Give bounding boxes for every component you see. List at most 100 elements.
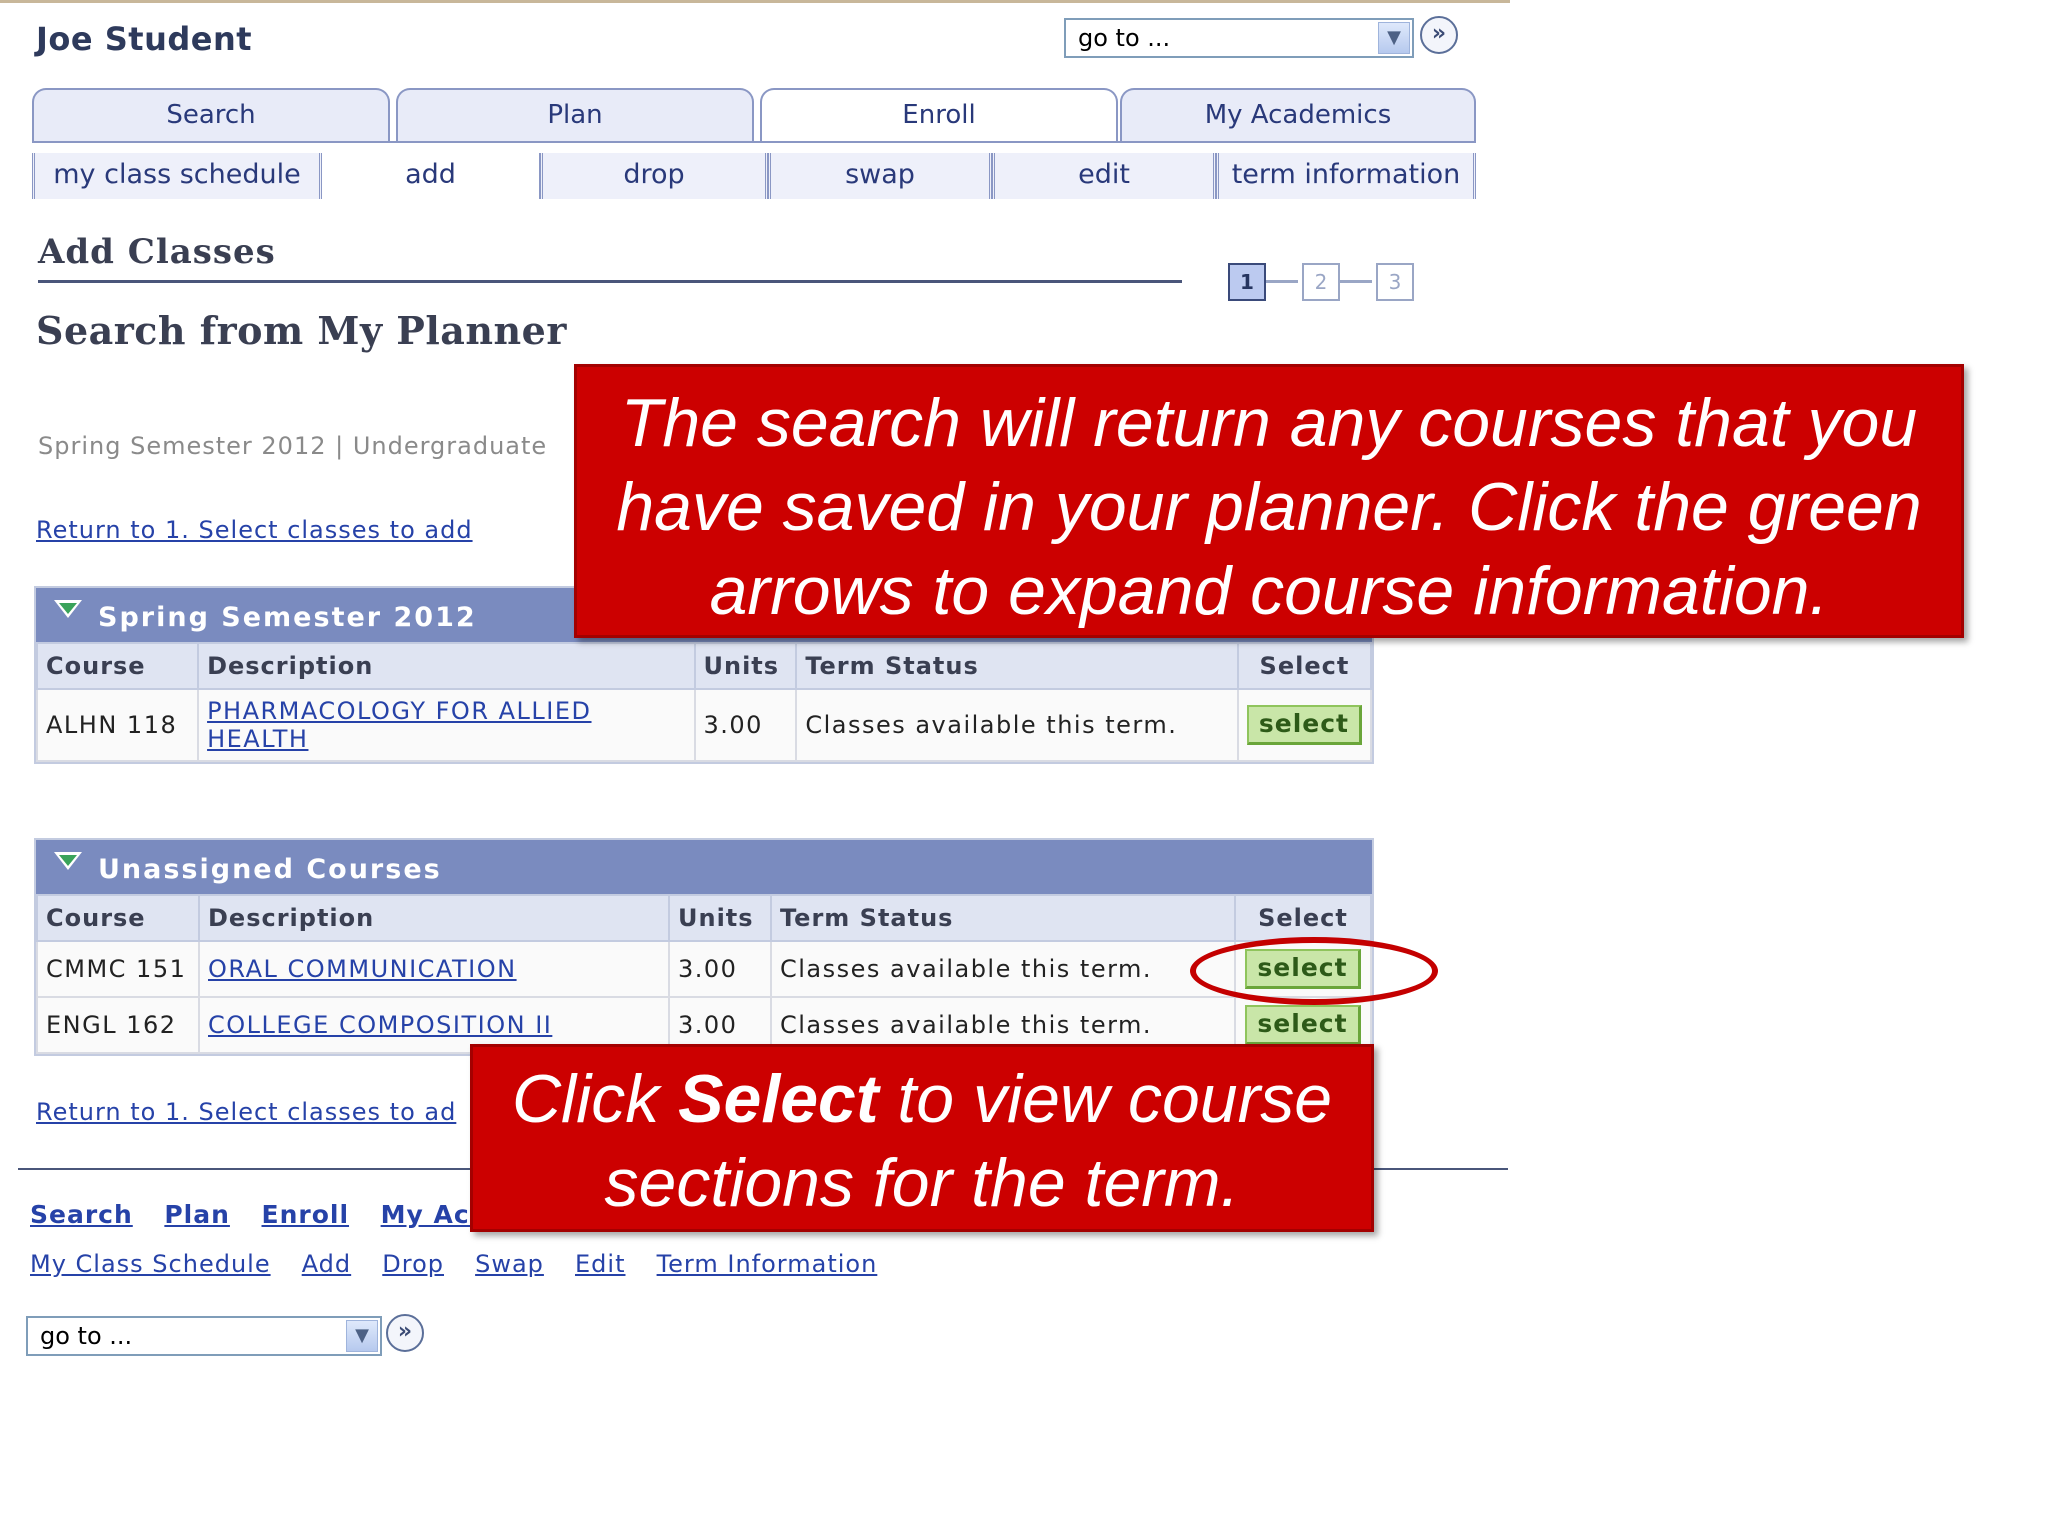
tab-enroll[interactable]: Enroll: [760, 88, 1118, 142]
grid-unassigned-courses: Unassigned Courses Course Description Un…: [34, 838, 1374, 1056]
return-link-bottom[interactable]: Return to 1. Select classes to ad: [36, 1098, 456, 1126]
subtab-add[interactable]: add: [322, 153, 542, 199]
grid-title: Unassigned Courses: [98, 854, 442, 885]
step-2: 2: [1302, 263, 1340, 301]
goto-select-bottom[interactable]: go to ... ▼: [26, 1316, 382, 1356]
term-career-label: Spring Semester 2012 | Undergraduate: [38, 432, 548, 460]
course-code: ALHN 118: [35, 688, 200, 762]
callout-planner-info: The search will return any courses that …: [574, 364, 1964, 638]
course-table: Course Description Units Term Status Sel…: [36, 894, 1372, 1054]
subtab-label: my class schedule: [53, 159, 301, 190]
go-button-bottom[interactable]: »: [386, 1314, 424, 1352]
footer-link-edit[interactable]: Edit: [575, 1250, 625, 1278]
col-header-units: Units: [668, 894, 772, 942]
footer-link-plan[interactable]: Plan: [164, 1200, 230, 1229]
col-header-select: Select: [1236, 642, 1373, 690]
title-rule: [38, 280, 1182, 283]
table-row: CMMC 151 ORAL COMMUNICATION 3.00 Classes…: [36, 940, 1372, 998]
course-description-link[interactable]: COLLEGE COMPOSITION II: [208, 1011, 552, 1039]
footer-link-swap[interactable]: Swap: [475, 1250, 544, 1278]
callout-text-pre: Click: [511, 1061, 679, 1137]
col-header-units: Units: [693, 642, 798, 690]
col-header-course: Course: [35, 642, 200, 690]
tab-baseline: [32, 141, 1476, 143]
step-3: 3: [1376, 263, 1414, 301]
callout-text-bold: Select: [678, 1061, 879, 1137]
tab-label: Plan: [547, 100, 603, 130]
select-cell: select: [1236, 688, 1373, 762]
col-header-course: Course: [36, 894, 200, 942]
select-button[interactable]: select: [1245, 1005, 1361, 1045]
subtab-my-class-schedule[interactable]: my class schedule: [32, 153, 322, 199]
step-connector: [1266, 280, 1298, 283]
return-link-top[interactable]: Return to 1. Select classes to add: [36, 516, 473, 544]
callout-select-info: Click Select to view course sections for…: [470, 1044, 1374, 1232]
footer-link-drop[interactable]: Drop: [382, 1250, 444, 1278]
course-units: 3.00: [668, 940, 772, 998]
go-button[interactable]: »: [1420, 16, 1458, 54]
col-header-description: Description: [197, 642, 696, 690]
subtab-swap[interactable]: swap: [768, 153, 992, 199]
goto-select[interactable]: go to ... ▼: [1064, 18, 1414, 58]
col-header-term-status: Term Status: [770, 894, 1236, 942]
step-1: 1: [1228, 263, 1266, 301]
course-code: ENGL 162: [36, 996, 200, 1054]
goto-select-label: go to ...: [40, 1322, 133, 1350]
course-description-cell: ORAL COMMUNICATION: [198, 940, 670, 998]
tab-label: My Academics: [1204, 100, 1392, 130]
subtab-term-information[interactable]: term information: [1216, 153, 1476, 199]
tab-search[interactable]: Search: [32, 88, 390, 142]
step-label: 3: [1388, 270, 1402, 294]
return-link-label: Return to 1. Select classes to ad: [36, 1098, 457, 1126]
footer-link-add[interactable]: Add: [302, 1250, 351, 1278]
table-row: ALHN 118 PHARMACOLOGY FOR ALLIED HEALTH …: [35, 688, 1373, 762]
course-term-status: Classes available this term.: [795, 688, 1239, 762]
grid-title: Spring Semester 2012: [98, 602, 477, 633]
highlight-oval: [1190, 937, 1438, 1005]
select-button[interactable]: select: [1246, 705, 1362, 745]
footer-link-search[interactable]: Search: [30, 1200, 133, 1229]
grid-header: Unassigned Courses: [36, 840, 1372, 894]
subtab-label: swap: [845, 159, 915, 190]
tab-label: Search: [166, 100, 256, 130]
course-description-link[interactable]: PHARMACOLOGY FOR ALLIED HEALTH: [207, 697, 591, 753]
subtab-label: edit: [1078, 159, 1130, 190]
col-header-select: Select: [1234, 894, 1372, 942]
double-chevron-right-icon: »: [1431, 21, 1447, 46]
expand-arrow-icon[interactable]: [54, 852, 82, 870]
course-code: CMMC 151: [36, 940, 200, 998]
expand-arrow-icon[interactable]: [54, 600, 82, 618]
student-name: Joe Student: [36, 20, 253, 58]
course-description-cell: PHARMACOLOGY FOR ALLIED HEALTH: [197, 688, 696, 762]
col-header-description: Description: [198, 894, 670, 942]
page-title: Add Classes: [38, 232, 276, 272]
footer-link-my-class-schedule[interactable]: My Class Schedule: [30, 1250, 271, 1278]
course-term-status: Classes available this term.: [770, 940, 1236, 998]
subtab-drop[interactable]: drop: [540, 153, 768, 199]
return-link-label: Return to 1. Select classes to add: [36, 516, 473, 544]
goto-select-label: go to ...: [1078, 24, 1171, 52]
double-chevron-right-icon: »: [397, 1319, 413, 1344]
step-connector: [1340, 280, 1372, 283]
subtab-label: add: [405, 159, 456, 190]
footer-link-enroll[interactable]: Enroll: [262, 1200, 350, 1229]
subtab-label: drop: [623, 159, 685, 190]
chevron-down-icon[interactable]: ▼: [1378, 22, 1410, 54]
footer-link-term-information[interactable]: Term Information: [657, 1250, 878, 1278]
subtab-edit[interactable]: edit: [992, 153, 1216, 199]
course-units: 3.00: [693, 688, 798, 762]
chevron-down-icon[interactable]: ▼: [346, 1320, 378, 1352]
page-subtitle: Search from My Planner: [36, 308, 567, 353]
tab-my-academics[interactable]: My Academics: [1120, 88, 1476, 142]
step-label: 2: [1314, 270, 1328, 294]
callout-text: The search will return any courses that …: [616, 385, 1922, 629]
footer-nav-secondary: My Class Schedule Add Drop Swap Edit Ter…: [30, 1250, 903, 1278]
step-label: 1: [1240, 270, 1254, 294]
col-header-term-status: Term Status: [795, 642, 1239, 690]
tab-label: Enroll: [902, 100, 976, 130]
subtab-label: term information: [1231, 159, 1461, 190]
course-description-link[interactable]: ORAL COMMUNICATION: [208, 955, 517, 983]
course-table: Course Description Units Term Status Sel…: [35, 642, 1373, 762]
tab-plan[interactable]: Plan: [396, 88, 754, 142]
top-border: [0, 0, 1510, 3]
